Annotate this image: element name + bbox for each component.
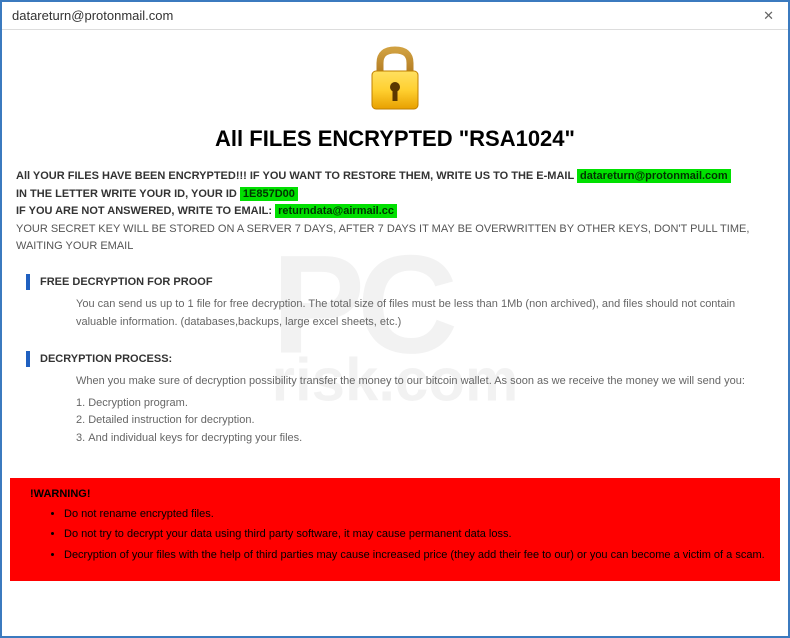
secondary-email: returndata@airmail.cc: [275, 204, 397, 218]
window-title: datareturn@protonmail.com: [12, 8, 173, 23]
free-decryption-body: You can send us up to 1 file for free de…: [26, 296, 774, 331]
primary-email: datareturn@protonmail.com: [577, 169, 731, 183]
decryption-process-body: When you make sure of decryption possibi…: [26, 373, 774, 447]
window-frame: PCrisk.com datareturn@protonmail.com ✕: [0, 0, 790, 638]
process-list: Decryption program. Detailed instruction…: [76, 395, 754, 448]
intro-line2: IN THE LETTER WRITE YOUR ID, YOUR ID: [16, 188, 240, 200]
intro-line1: All YOUR FILES HAVE BEEN ENCRYPTED!!! IF…: [16, 170, 577, 182]
list-item: Detailed instruction for decryption.: [76, 412, 754, 430]
list-item: Decryption of your files with the help o…: [64, 547, 766, 564]
intro-line4: YOUR SECRET KEY WILL BE STORED ON A SERV…: [16, 223, 749, 253]
warning-title: !WARNING!: [30, 488, 766, 500]
titlebar: datareturn@protonmail.com ✕: [2, 2, 788, 30]
free-decryption-title: FREE DECRYPTION FOR PROOF: [26, 274, 774, 290]
intro-text: All YOUR FILES HAVE BEEN ENCRYPTED!!! IF…: [16, 168, 774, 256]
list-item: Do not rename encrypted files.: [64, 506, 766, 523]
lock-icon: [16, 45, 774, 118]
close-icon[interactable]: ✕: [759, 8, 778, 24]
content-area: All FILES ENCRYPTED "RSA1024" All YOUR F…: [2, 30, 788, 478]
process-intro: When you make sure of decryption possibi…: [76, 373, 754, 391]
decryption-process-section: DECRYPTION PROCESS: When you make sure o…: [16, 351, 774, 447]
user-id: 1E857D00: [240, 187, 298, 201]
free-decryption-section: FREE DECRYPTION FOR PROOF You can send u…: [16, 274, 774, 331]
list-item: And individual keys for decrypting your …: [76, 430, 754, 448]
intro-line3: IF YOU ARE NOT ANSWERED, WRITE TO EMAIL:: [16, 205, 275, 217]
list-item: Do not try to decrypt your data using th…: [64, 526, 766, 543]
list-item: Decryption program.: [76, 395, 754, 413]
main-heading: All FILES ENCRYPTED "RSA1024": [16, 126, 774, 152]
warning-box: !WARNING! Do not rename encrypted files.…: [10, 478, 780, 582]
decryption-process-title: DECRYPTION PROCESS:: [26, 351, 774, 367]
warning-list: Do not rename encrypted files. Do not tr…: [24, 506, 766, 564]
